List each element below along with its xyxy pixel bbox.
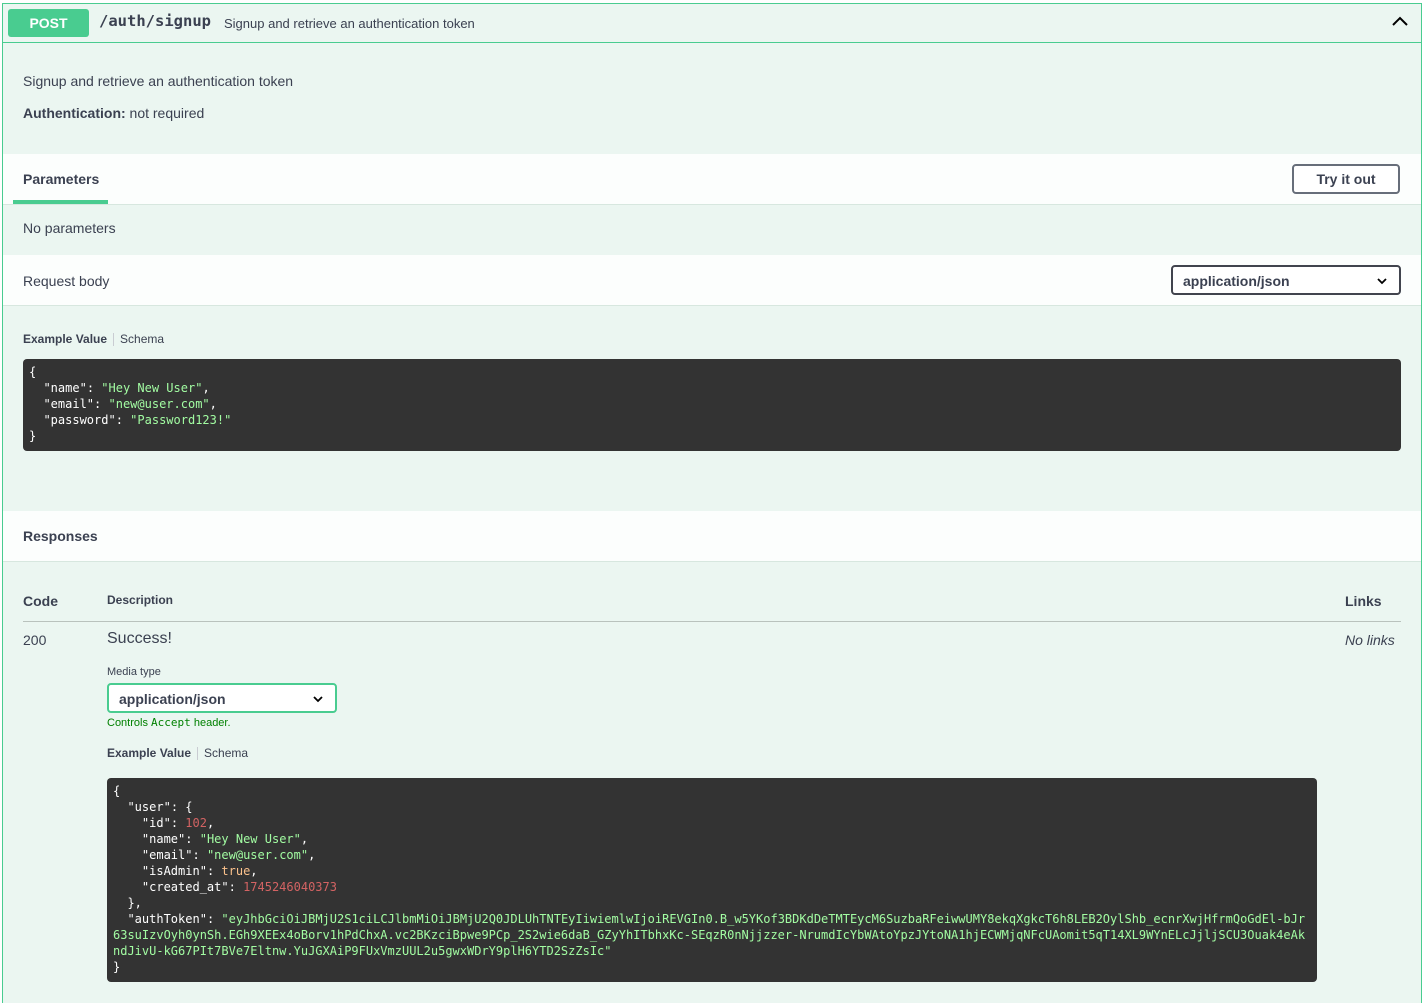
responses-title: Responses bbox=[23, 528, 98, 544]
column-header-description: Description bbox=[107, 593, 174, 607]
example-user-id: 102 bbox=[185, 816, 207, 830]
parameters-tab[interactable]: Parameters bbox=[23, 171, 99, 187]
table-header-divider bbox=[23, 621, 1401, 622]
media-type-label: Media type bbox=[107, 666, 161, 678]
example-user-email: new@user.com bbox=[214, 848, 301, 862]
column-header-links: Links bbox=[1345, 593, 1382, 609]
request-body-title: Request body bbox=[23, 273, 110, 289]
chevron-up-icon[interactable] bbox=[1391, 14, 1409, 28]
example-user-created-at: 1745246040373 bbox=[243, 880, 337, 894]
request-content-type-select[interactable]: application/json bbox=[1171, 265, 1401, 295]
authentication-info: Authentication: not required bbox=[23, 105, 204, 121]
example-user-isadmin: true bbox=[221, 864, 251, 878]
auth-value: not required bbox=[129, 105, 205, 121]
operation-block-post-auth-signup: POST /auth/signup Signup and retrieve an… bbox=[2, 3, 1422, 1003]
response-media-type-value: application/json bbox=[119, 691, 226, 707]
tab-schema[interactable]: Schema bbox=[204, 746, 248, 760]
controls-prefix: Controls bbox=[107, 717, 152, 729]
tab-schema[interactable]: Schema bbox=[120, 332, 164, 346]
operation-summary: Signup and retrieve an authentication to… bbox=[224, 16, 475, 31]
chevron-down-icon bbox=[1377, 278, 1387, 285]
response-code: 200 bbox=[23, 632, 47, 648]
example-user-name: Hey New User bbox=[206, 832, 294, 846]
response-example-code-block: { "user": { "id": 102, "name": "Hey New … bbox=[107, 778, 1317, 982]
divider bbox=[3, 305, 1421, 306]
request-example-code-block: { "name": "Hey New User", "email": "new@… bbox=[23, 359, 1401, 451]
operation-path: /auth/signup bbox=[99, 12, 211, 30]
tab-divider bbox=[197, 747, 199, 761]
responses-header bbox=[3, 511, 1421, 561]
auth-label: Authentication: bbox=[23, 105, 126, 121]
controls-code: Accept bbox=[151, 716, 191, 729]
controls-accept-header-note: Controls Accept header. bbox=[107, 716, 231, 729]
controls-suffix: header. bbox=[190, 717, 231, 729]
column-header-code: Code bbox=[23, 593, 58, 609]
response-example-tabs: Example Value Schema bbox=[107, 746, 248, 761]
tab-example-value[interactable]: Example Value bbox=[23, 332, 107, 346]
example-email-value: new@user.com bbox=[115, 397, 203, 411]
example-password-value: Password123! bbox=[137, 413, 225, 427]
response-links: No links bbox=[1345, 632, 1395, 648]
method-badge: POST bbox=[8, 9, 89, 37]
example-name-value: Hey New User bbox=[108, 381, 196, 395]
try-it-out-button[interactable]: Try it out bbox=[1292, 164, 1400, 194]
tab-divider bbox=[113, 333, 115, 347]
no-parameters-text: No parameters bbox=[23, 220, 116, 236]
request-content-type-value: application/json bbox=[1183, 273, 1290, 289]
response-media-type-select[interactable]: application/json bbox=[107, 683, 337, 713]
operation-summary-bar[interactable]: POST /auth/signup Signup and retrieve an… bbox=[3, 4, 1421, 43]
operation-description: Signup and retrieve an authentication to… bbox=[23, 73, 294, 89]
example-auth-token: eyJhbGciOiJBMjU2S1ciLCJlbmMiOiJBMjU2Q0JD… bbox=[113, 912, 1306, 958]
chevron-down-icon bbox=[313, 696, 323, 703]
tab-example-value[interactable]: Example Value bbox=[107, 746, 191, 760]
response-description: Success! bbox=[107, 630, 172, 647]
parameters-header bbox=[3, 154, 1421, 204]
divider bbox=[3, 561, 1421, 562]
request-example-tabs: Example Value Schema bbox=[23, 332, 164, 347]
divider bbox=[3, 204, 1421, 205]
